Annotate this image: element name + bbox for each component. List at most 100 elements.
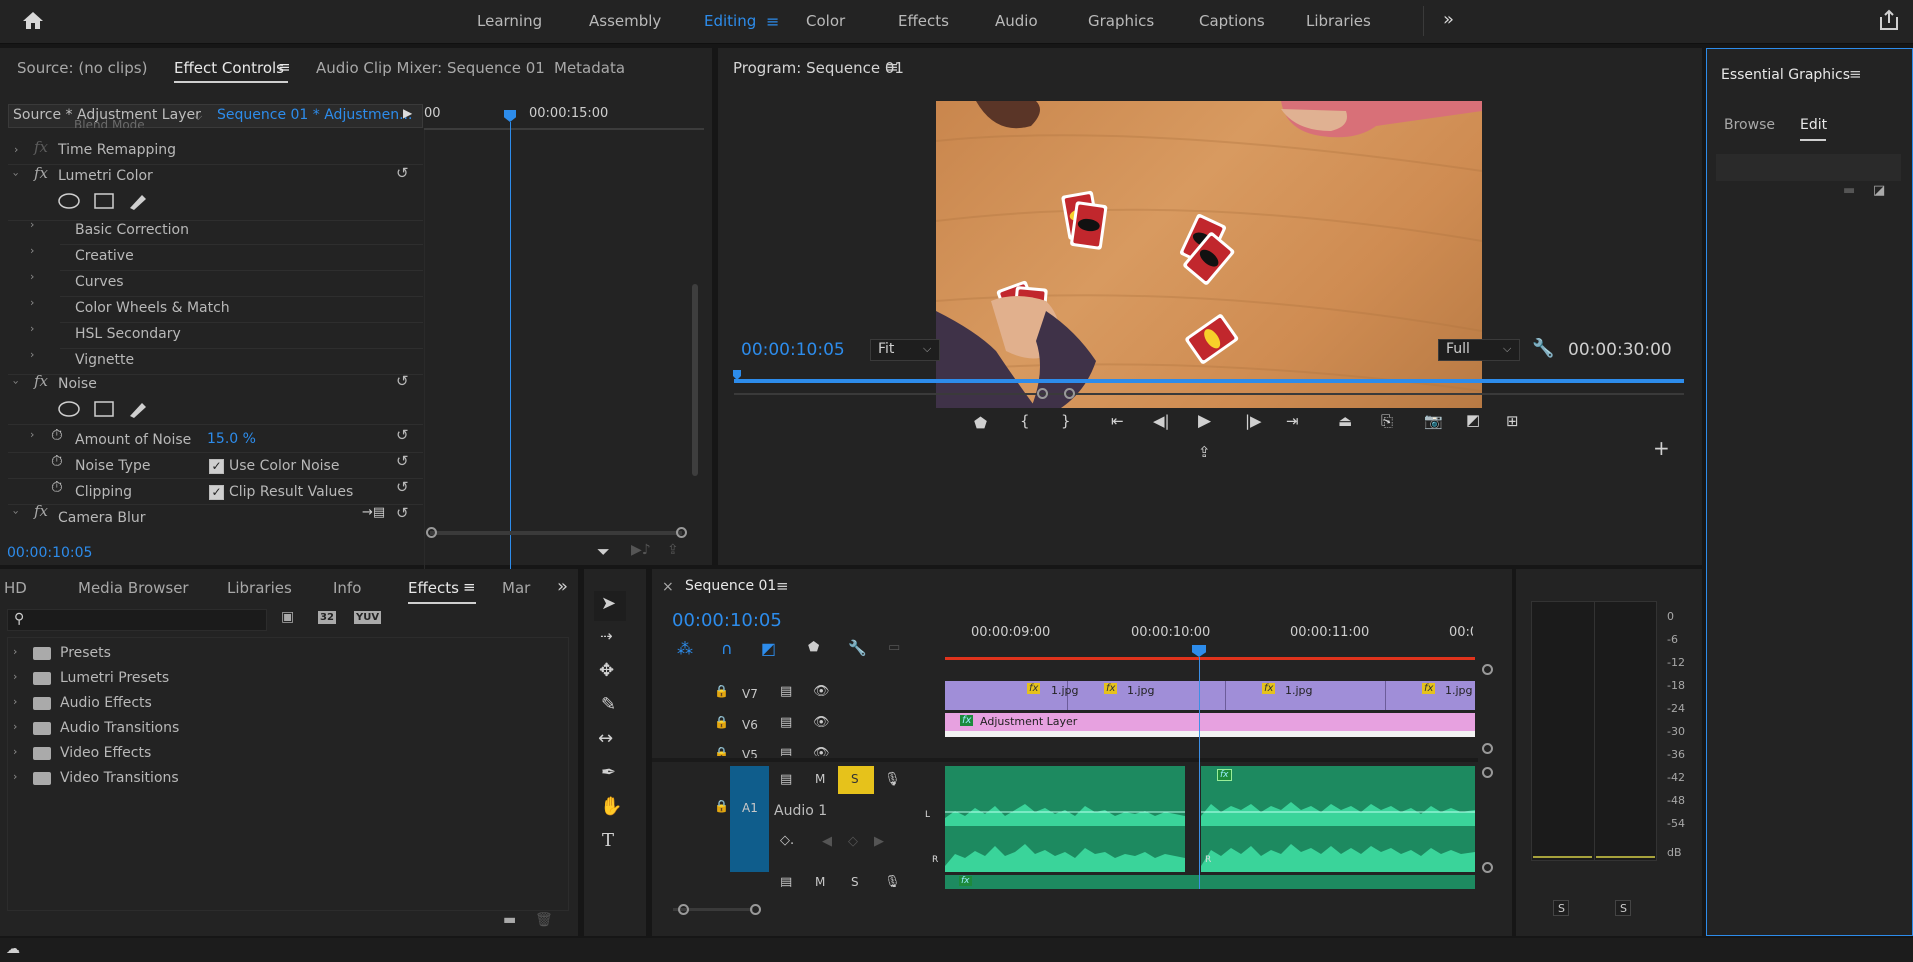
mute-button[interactable]: M: [815, 772, 825, 786]
essential-graphics-menu-icon[interactable]: ≡: [1849, 65, 1862, 83]
microphone-icon[interactable]: 🎙: [884, 772, 901, 787]
collapse-chevron-icon[interactable]: ›: [10, 172, 23, 176]
effect-controls-timecode[interactable]: 00:00:10:05: [7, 545, 92, 561]
sync-lock-icon[interactable]: ▤: [780, 875, 792, 887]
a1-source-patch[interactable]: [730, 766, 769, 872]
expand-chevron-icon[interactable]: ›: [13, 670, 17, 683]
zoom-handle-right[interactable]: [750, 904, 761, 915]
workspace-captions[interactable]: Captions: [1199, 12, 1265, 30]
v7-clips[interactable]: [945, 681, 1475, 710]
timeline-timecode[interactable]: 00:00:10:05: [672, 610, 782, 631]
mark-in-icon[interactable]: {: [1020, 412, 1030, 430]
share-export-icon[interactable]: [1878, 9, 1900, 31]
workspace-color[interactable]: Color: [806, 12, 845, 30]
video-audio-divider[interactable]: [652, 758, 1478, 762]
play-triangle-icon[interactable]: ▶: [403, 106, 412, 120]
zoom-handle-right[interactable]: [1064, 388, 1075, 399]
expand-chevron-icon[interactable]: ›: [30, 428, 34, 441]
mark-out-icon[interactable]: }: [1061, 412, 1071, 430]
eye-icon[interactable]: 👁: [813, 746, 830, 756]
workspace-learning[interactable]: Learning: [477, 12, 542, 30]
effect-noise[interactable]: Noise: [58, 376, 97, 392]
extract-icon[interactable]: ⎘: [1381, 412, 1393, 430]
program-scrub-bar[interactable]: [734, 379, 1684, 383]
reset-icon[interactable]: ↺: [396, 426, 409, 444]
track-label-v7[interactable]: V7: [742, 687, 758, 701]
clip-1-jpg[interactable]: 1.jpg: [1051, 684, 1079, 697]
pen-tool-icon[interactable]: ✒: [601, 762, 616, 783]
effect-camera-blur[interactable]: Camera Blur: [58, 510, 146, 526]
expand-chevron-icon[interactable]: ›: [30, 244, 34, 257]
step-back-icon[interactable]: ◀|: [1153, 412, 1170, 430]
quality-dropdown[interactable]: Full ⌵: [1438, 339, 1520, 361]
tab-effects[interactable]: Effects: [408, 579, 459, 597]
step-forward-icon[interactable]: |▶: [1245, 412, 1262, 430]
workspace-assembly[interactable]: Assembly: [589, 12, 661, 30]
keyframe-icon[interactable]: ◇.: [780, 833, 794, 848]
razor-tool-icon[interactable]: ✎: [601, 694, 616, 715]
track-zoom-handle[interactable]: [1482, 767, 1493, 778]
tab-media-browser[interactable]: Media Browser: [78, 579, 189, 597]
solo-button[interactable]: S: [838, 766, 874, 794]
reset-icon[interactable]: ↺: [396, 504, 409, 522]
mini-playhead[interactable]: [504, 110, 516, 122]
comparison-view-icon[interactable]: ◩: [1466, 411, 1480, 429]
use-color-noise-checkbox[interactable]: ✓: [209, 459, 224, 474]
program-menu-icon[interactable]: ≡: [886, 58, 899, 76]
layers-list[interactable]: [1716, 154, 1901, 181]
expand-chevron-icon[interactable]: ›: [30, 296, 34, 309]
lumetri-basic-correction[interactable]: Basic Correction: [75, 222, 189, 238]
expand-chevron-icon[interactable]: ›: [13, 645, 17, 658]
clip-result-values-checkbox[interactable]: ✓: [209, 485, 224, 500]
home-icon[interactable]: [22, 10, 44, 30]
solo-button[interactable]: S: [851, 875, 859, 887]
timeline-settings-icon[interactable]: 🔧: [848, 639, 867, 657]
microphone-icon[interactable]: 🎙: [884, 875, 901, 887]
track-select-tool-icon[interactable]: ⇢: [600, 627, 613, 645]
add-marker-icon[interactable]: ⬟: [974, 414, 987, 432]
clip-1-jpg[interactable]: 1.jpg: [1285, 684, 1313, 697]
delete-icon[interactable]: 🗑: [535, 912, 553, 928]
tab-browse[interactable]: Browse: [1724, 117, 1775, 133]
effects-menu-icon[interactable]: ≡: [463, 578, 476, 596]
expand-chevron-icon[interactable]: ›: [14, 143, 18, 156]
lock-icon[interactable]: 🔒: [714, 715, 729, 729]
nest-toggle-icon[interactable]: ⁂: [677, 639, 693, 658]
lock-icon[interactable]: 🔒: [714, 684, 729, 698]
workspace-editing[interactable]: Editing: [704, 12, 756, 30]
expand-chevron-icon[interactable]: ›: [30, 322, 34, 335]
snap-magnet-icon[interactable]: ∩: [721, 639, 733, 658]
workspace-menu-icon[interactable]: ≡: [766, 12, 779, 31]
track-zoom-handle[interactable]: [1482, 862, 1493, 873]
zoom-handle-left[interactable]: [1037, 388, 1048, 399]
workspace-audio[interactable]: Audio: [995, 12, 1038, 30]
play-button-icon[interactable]: ▶: [1198, 411, 1211, 431]
add-keyframe-icon[interactable]: ◇: [848, 834, 858, 849]
effect-time-remapping[interactable]: Time Remapping: [58, 142, 176, 158]
tab-hd[interactable]: HD: [4, 579, 27, 597]
folder-video-transitions[interactable]: Video Transitions: [60, 770, 179, 786]
a2-clip[interactable]: [945, 875, 1475, 889]
lock-icon[interactable]: 🔒: [714, 746, 729, 756]
tab-audio-clip-mixer[interactable]: Audio Clip Mixer: Sequence 01: [316, 59, 545, 77]
lift-icon[interactable]: ⏏: [1338, 412, 1352, 430]
folder-video-effects[interactable]: Video Effects: [60, 745, 151, 761]
reset-icon[interactable]: ↺: [396, 452, 409, 470]
track-label-v6[interactable]: V6: [742, 718, 758, 732]
folder-audio-transitions[interactable]: Audio Transitions: [60, 720, 179, 736]
expand-chevron-icon[interactable]: ›: [30, 270, 34, 283]
lumetri-vignette[interactable]: Vignette: [75, 352, 134, 368]
stopwatch-icon[interactable]: ⏱: [51, 478, 63, 496]
zoom-handle-left[interactable]: [426, 527, 437, 538]
workspace-libraries[interactable]: Libraries: [1306, 12, 1371, 30]
panels-overflow-icon[interactable]: »: [557, 576, 568, 597]
sync-lock-icon[interactable]: ▤: [780, 715, 792, 730]
clip-1-jpg[interactable]: 1.jpg: [1127, 684, 1155, 697]
tab-info[interactable]: Info: [333, 579, 361, 597]
clip-1-jpg[interactable]: 1.jpg: [1445, 684, 1473, 697]
lumetri-hsl-secondary[interactable]: HSL Secondary: [75, 326, 181, 342]
type-tool-icon[interactable]: T: [602, 830, 614, 851]
previous-keyframe-icon[interactable]: ◀: [822, 834, 832, 849]
sync-lock-icon[interactable]: ▤: [780, 772, 792, 787]
camera-icon[interactable]: 📷: [1424, 412, 1443, 430]
